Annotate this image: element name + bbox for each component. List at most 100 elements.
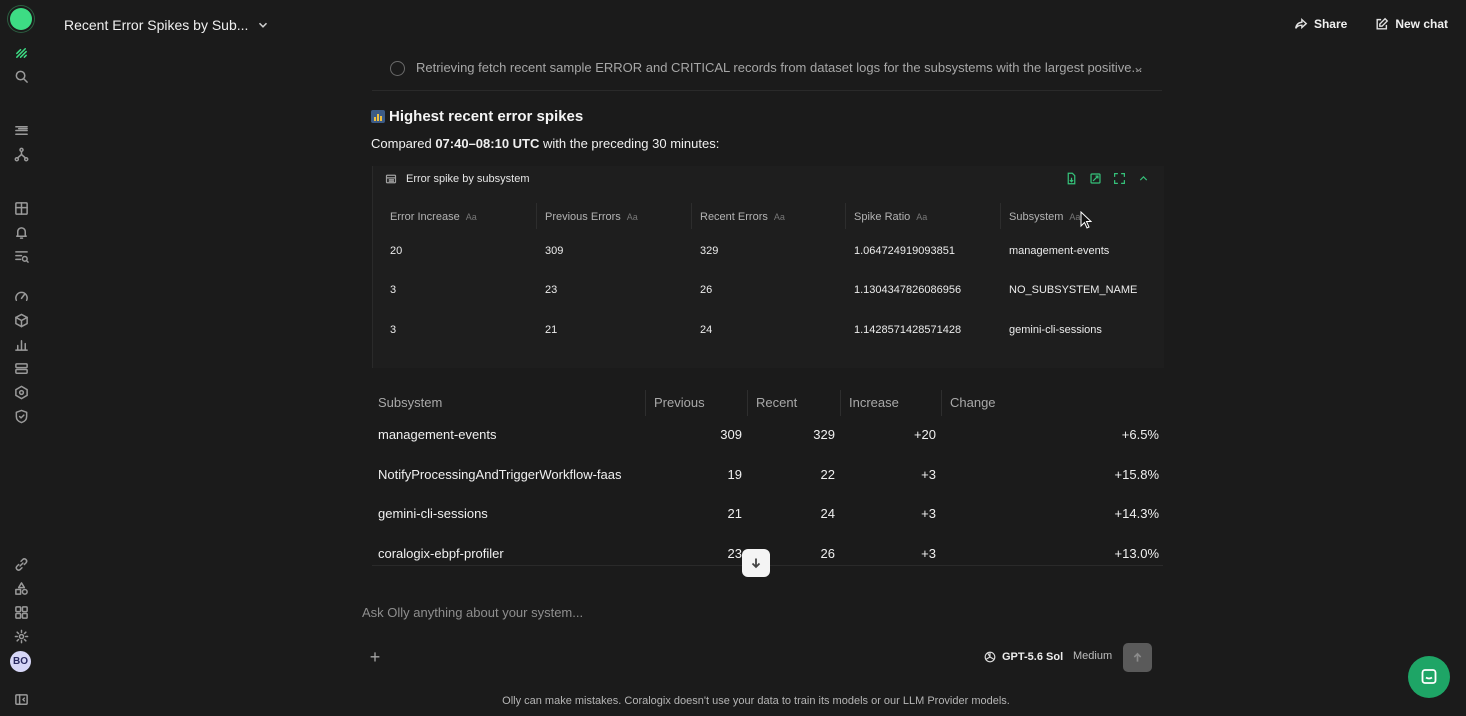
card-tools [1065,172,1150,185]
infrastructure-cube-icon[interactable] [11,310,31,330]
explore-icon[interactable] [11,246,31,266]
alerts-bell-icon[interactable] [11,222,31,242]
logs-icon[interactable] [11,120,31,140]
card-header: Error spike by subsystem [385,173,529,185]
subtitle-prefix: Compared [371,136,432,151]
openai-logo-icon [984,651,996,663]
chevron-down-icon [259,22,268,28]
table-cell: +3 [921,506,936,521]
col-header-error-increase[interactable]: Error Increase Aa [390,211,477,223]
chevron-down-icon [1133,62,1144,80]
link-icon[interactable] [11,554,31,574]
bar-chart-emoji-icon [371,110,385,123]
olly-icon[interactable] [11,42,31,62]
answer-subtitle: Compared 07:40–08:10 UTC with the preced… [371,136,719,151]
table-cell: 3 [390,284,397,296]
share-button[interactable]: Share [1294,17,1347,31]
col-header-change: Change [950,395,996,410]
answer-heading: Highest recent error spikes [371,108,583,125]
col-header-recent-errors[interactable]: Recent Errors Aa [700,211,785,223]
column-divider [941,390,942,416]
shapes-icon[interactable] [11,578,31,598]
table-cell: 1.1304347826086956 [854,284,962,296]
support-chat-button[interactable] [1408,656,1450,698]
download-icon[interactable] [1065,172,1078,185]
table-cell: coralogix-ebpf-profiler [378,546,504,561]
col-header-previous: Previous [654,395,705,410]
table-cell: 21 [727,506,742,521]
conversation-title-dropdown[interactable]: Recent Error Spikes by Sub... [64,17,270,33]
user-avatar[interactable]: BO [10,651,31,672]
table-cell: management-events [1009,245,1110,257]
table-cell: 329 [813,427,835,442]
data-storage-icon[interactable] [11,358,31,378]
chevron-up-icon[interactable] [1137,172,1150,185]
card-title: Error spike by subsystem [406,173,530,185]
table-cell: 23 [727,546,742,561]
table-cell: +15.8% [1114,467,1159,482]
fullscreen-icon[interactable] [1113,172,1126,185]
col-header-previous-errors[interactable]: Previous Errors Aa [545,211,638,223]
traces-icon[interactable] [11,144,31,164]
table-cell: gemini-cli-sessions [1009,324,1102,336]
column-divider [536,203,537,229]
search-icon[interactable] [11,66,31,86]
integrations-hex-icon[interactable] [11,382,31,402]
new-chat-button[interactable]: New chat [1375,17,1448,31]
col-header-subsystem: Subsystem [378,395,443,410]
left-sidebar: BO [0,0,42,716]
arrow-down-icon [751,558,761,569]
answer-heading-text: Highest recent error spikes [389,108,584,125]
table-cell: +3 [921,546,936,561]
column-divider [747,390,748,416]
summary-table: Subsystem Previous Recent Increase Chang… [372,388,1163,566]
retrieval-step[interactable]: Retrieving fetch recent sample ERROR and… [372,50,1162,91]
table-cell: 1.1428571428571428 [854,324,962,336]
model-name: GPT-5.6 Sol [1002,651,1064,663]
chat-bubble-icon [1421,669,1437,684]
step-check-icon [390,61,405,76]
table-cell: +13.0% [1114,546,1159,561]
security-shield-icon[interactable] [11,406,31,426]
subtitle-suffix: with the preceding 30 minutes: [543,136,720,151]
col-header-recent: Recent [756,395,798,410]
reasoning-effort-selector[interactable]: Medium [1073,650,1112,662]
table-cell: management-events [378,427,497,442]
col-header-increase: Increase [849,395,899,410]
edit-icon [1376,17,1389,30]
top-actions: Share New chat [1294,17,1448,31]
settings-gear-icon[interactable] [11,626,31,646]
column-divider [1000,203,1001,229]
col-header-spike-ratio[interactable]: Spike Ratio Aa [854,211,927,223]
model-selector[interactable]: GPT-5.6 Sol [983,650,1063,664]
table-cell: 309 [720,427,742,442]
table-cell: 3 [390,324,397,336]
coralogix-logo[interactable] [10,8,32,30]
table-icon [385,174,397,184]
col-header-subsystem[interactable]: Subsystem Aa [1009,211,1080,223]
mouse-cursor-icon [1080,211,1092,229]
table-cell: 24 [820,506,835,521]
error-spike-card: Error spike by subsystem Error Increase A… [372,166,1164,368]
send-button[interactable] [1123,643,1152,672]
scroll-to-bottom-button[interactable] [742,549,770,577]
metrics-bar-icon[interactable] [11,334,31,354]
table-cell: +3 [921,467,936,482]
apps-grid-icon[interactable] [11,602,31,622]
chat-input[interactable] [360,600,1174,624]
arrow-up-icon [1133,652,1142,662]
table-cell: 21 [545,324,558,336]
table-cell: NO_SUBSYSTEM_NAME [1009,284,1138,296]
table-cell: gemini-cli-sessions [378,506,488,521]
table-cell: 26 [700,284,713,296]
table-cell: 23 [545,284,558,296]
new-chat-label: New chat [1395,17,1448,31]
add-attachment-button[interactable]: + [366,648,384,666]
table-cell: 20 [390,245,403,257]
table-cell: 19 [727,467,742,482]
table-cell: 22 [820,467,835,482]
export-sheet-icon[interactable] [1089,172,1102,185]
dashboards-icon[interactable] [11,198,31,218]
table-cell: 24 [700,324,713,336]
apm-gauge-icon[interactable] [11,286,31,306]
